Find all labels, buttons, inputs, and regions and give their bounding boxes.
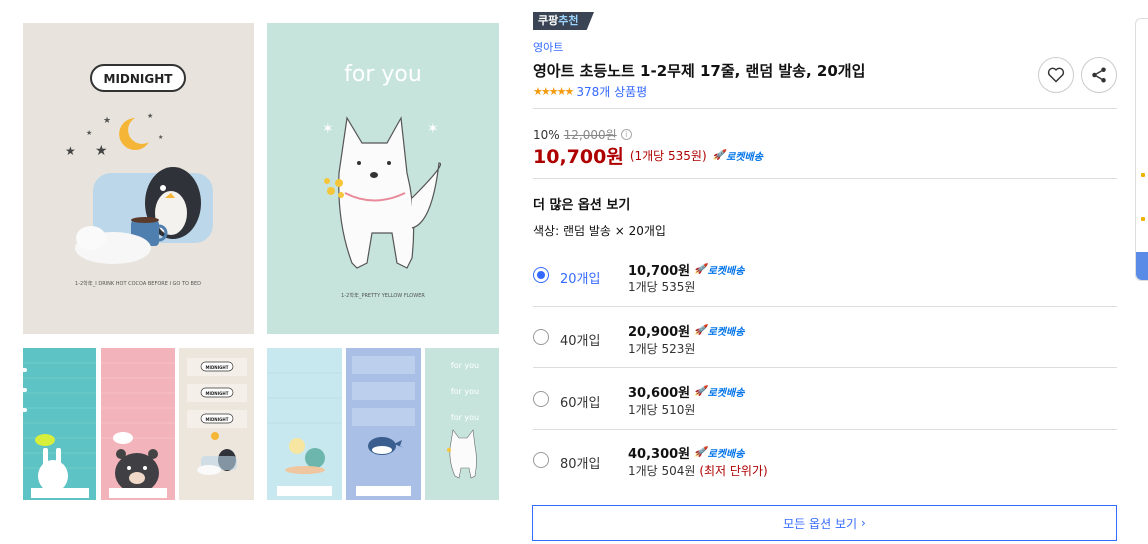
thumbnail-hello-bear[interactable] <box>101 348 175 500</box>
original-price: 12,000원 <box>563 128 617 142</box>
for-you-thumbnail-art: for you for you for you <box>447 361 479 479</box>
option-label: 60개입 <box>560 396 601 411</box>
indicator-icon <box>1141 217 1145 221</box>
option-radio[interactable] <box>533 267 549 283</box>
discount-row: 10% 12,000원 i <box>533 126 632 143</box>
svg-text:✶: ✶ <box>322 121 334 137</box>
option-unit-price: 1개당 504원 (최저 단위가) <box>628 464 768 478</box>
bear-thumbnail-art <box>101 362 175 498</box>
option-row-60[interactable]: 60개입 30,600원 🚀 로켓배송 1개당 510원 <box>533 372 1117 427</box>
option-price: 10,700원 🚀 로켓배송 <box>628 264 745 279</box>
side-floating-panel[interactable] <box>1135 18 1148 281</box>
whale-thumbnail-art <box>352 356 415 496</box>
divider <box>533 429 1117 430</box>
option-price: 30,600원 🚀 로켓배송 <box>628 386 745 401</box>
product-image-for-you[interactable]: for you ✶ ✶ 1-2학年_PRETTY YELLOW FLOWER <box>267 23 499 334</box>
svg-text:★: ★ <box>103 116 111 126</box>
svg-text:MIDNIGHT: MIDNIGHT <box>206 391 229 396</box>
thumbnail-midnight[interactable]: MIDNIGHT MIDNIGHT MIDNIGHT <box>179 348 254 500</box>
option-price: 20,900원 🚀 로켓배송 <box>628 325 745 340</box>
option-row-80[interactable]: 80개입 40,300원 🚀 로켓배송 1개당 504원 (최저 단위가) <box>533 434 1117 489</box>
option-radio[interactable] <box>533 452 549 468</box>
option-row-40[interactable]: 40개입 20,900원 🚀 로켓배송 1개당 523원 <box>533 311 1117 366</box>
option-unit-price: 1개당 535원 <box>628 280 696 294</box>
svg-text:for you: for you <box>451 413 479 422</box>
side-panel-button[interactable] <box>1136 252 1148 280</box>
product-image-midnight[interactable]: MIDNIGHT ★ ★ ★ ★ ★ ★ 1-2학年_I DRINK HOT C… <box>23 23 254 334</box>
svg-text:MIDNIGHT: MIDNIGHT <box>206 417 229 422</box>
for-you-cover-illustration: for you ✶ ✶ 1-2학年_PRETTY YELLOW FLOWER <box>322 62 441 299</box>
svg-text:MIDNIGHT: MIDNIGHT <box>206 365 229 370</box>
svg-text:for you: for you <box>451 361 479 370</box>
svg-text:✶: ✶ <box>427 121 439 137</box>
lowest-unit-price-note: (최저 단위가) <box>699 464 768 478</box>
rocket-icon: 🚀 <box>694 386 707 397</box>
svg-text:★: ★ <box>65 144 76 158</box>
svg-text:★: ★ <box>95 143 108 159</box>
option-unit-price: 1개당 523원 <box>628 342 696 356</box>
divider <box>533 306 1117 307</box>
option-label: 80개입 <box>560 457 601 472</box>
midnight-thumbnail-art: MIDNIGHT MIDNIGHT MIDNIGHT <box>187 358 247 475</box>
share-button[interactable] <box>1081 57 1117 93</box>
all-options-button[interactable]: 모든 옵션 보기 › <box>532 505 1117 541</box>
product-title: 영아트 초등노트 1-2무제 17줄, 랜덤 발송, 20개입 <box>533 62 866 80</box>
hedgehog-thumbnail-art <box>267 372 342 496</box>
rocket-delivery-badge: 🚀 로켓배송 <box>712 150 763 163</box>
star-rating-icon: ★★★★★ <box>533 85 574 98</box>
wishlist-button[interactable] <box>1038 57 1074 93</box>
chevron-right-icon: › <box>861 516 866 530</box>
thumbnail-hello-bunny[interactable] <box>23 348 96 500</box>
brand-link[interactable]: 영아트 <box>533 39 563 55</box>
option-label: 20개입 <box>560 272 601 287</box>
selected-color-text: 색상: 랜덤 발송 × 20개입 <box>533 224 666 238</box>
rocket-icon: 🚀 <box>694 447 707 458</box>
option-unit-price: 1개당 510원 <box>628 403 696 417</box>
option-label: 40개입 <box>560 334 601 349</box>
unit-price: (1개당 535원) <box>629 149 707 163</box>
share-icon <box>1092 67 1106 83</box>
option-radio[interactable] <box>533 391 549 407</box>
thumbnail-for-you[interactable]: for you for you for you <box>425 348 499 500</box>
info-icon[interactable]: i <box>620 129 632 140</box>
midnight-caption: 1-2학年_I DRINK HOT COCOA BEFORE I GO TO B… <box>75 280 201 287</box>
rating-summary[interactable]: ★★★★★ 378개 상품평 <box>533 83 647 100</box>
more-options-title: 더 많은 옵션 보기 <box>533 198 631 213</box>
thumbnail-whale[interactable] <box>346 348 421 500</box>
midnight-cover-illustration: MIDNIGHT ★ ★ ★ ★ ★ ★ 1-2학年_I DRINK HOT C… <box>65 64 213 287</box>
review-count-link[interactable]: 378개 상품평 <box>576 83 647 100</box>
heart-icon <box>1047 67 1065 83</box>
indicator-icon <box>1141 173 1145 177</box>
bunny-thumbnail-art <box>23 362 96 498</box>
thumbnail-hedgehog[interactable] <box>267 348 342 500</box>
option-price: 40,300원 🚀 로켓배송 <box>628 447 745 462</box>
option-row-20[interactable]: 20개입 10,700원 🚀 로켓배송 1개당 535원 <box>533 250 1117 305</box>
svg-text:★: ★ <box>86 129 92 137</box>
price-row: 10,700원 (1개당 535원) 🚀 로켓배송 <box>533 142 763 169</box>
svg-text:★: ★ <box>158 134 163 141</box>
rocket-icon: 🚀 <box>694 325 707 336</box>
midnight-label: MIDNIGHT <box>104 72 174 86</box>
divider <box>533 367 1117 368</box>
rocket-icon: 🚀 <box>694 264 707 275</box>
sale-price: 10,700원 <box>533 146 624 168</box>
rocket-icon: 🚀 <box>712 150 726 161</box>
svg-text:for you: for you <box>451 387 479 396</box>
divider <box>533 178 1117 179</box>
option-radio[interactable] <box>533 329 549 345</box>
for-you-caption: 1-2학年_PRETTY YELLOW FLOWER <box>341 292 425 299</box>
svg-text:★: ★ <box>147 112 153 120</box>
discount-rate: 10% <box>533 127 560 142</box>
for-you-label: for you <box>344 62 422 87</box>
divider <box>533 108 1117 109</box>
coupang-recommend-badge: 쿠팡추천 <box>533 12 594 30</box>
